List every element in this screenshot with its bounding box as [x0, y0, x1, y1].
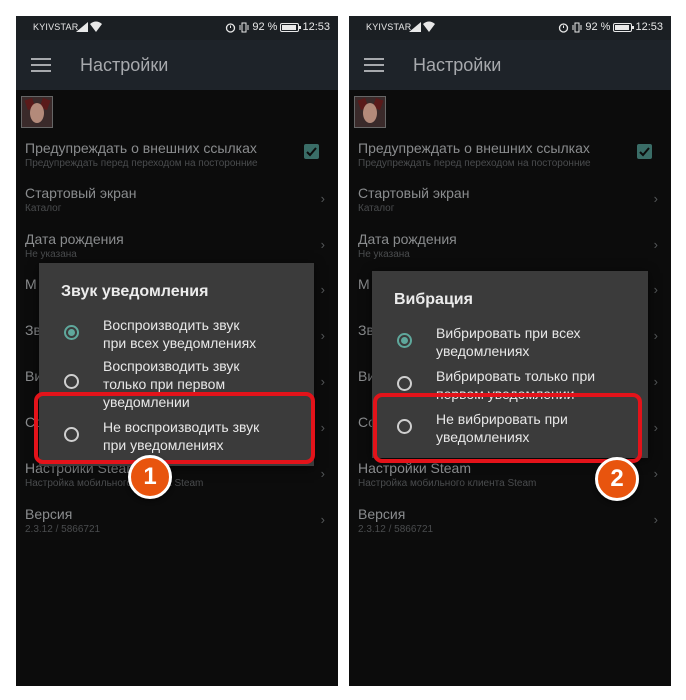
- highlight-frame: [373, 393, 642, 463]
- alarm-icon: [559, 22, 569, 33]
- avatar[interactable]: [354, 96, 386, 128]
- chevron-right-icon: ›: [320, 466, 325, 481]
- page-title: Настройки: [413, 55, 502, 75]
- signal-icon: [409, 22, 421, 32]
- vibrate-icon: [572, 22, 582, 32]
- phone-screen-right: KYIVSTAR 92 % 12:53 Настройки Предупрежд…: [349, 16, 671, 686]
- hamburger-menu-icon[interactable]: [31, 58, 51, 72]
- dialog-title: Звук уведомления: [61, 283, 209, 300]
- radio-unselected[interactable]: [397, 376, 412, 391]
- chevron-right-icon: ›: [653, 420, 658, 435]
- setting-birth-date[interactable]: Дата рождения Не указана ›: [358, 231, 658, 261]
- status-bar: KYIVSTAR 92 % 12:53: [16, 16, 338, 40]
- battery-percent: 92 %: [252, 21, 278, 33]
- setting-external-links[interactable]: Предупреждать о внешних ссылках Предупре…: [25, 140, 325, 170]
- wifi-icon: [90, 21, 102, 32]
- vibration-option-all[interactable]: Вибрировать при всех уведомлениях: [372, 323, 648, 361]
- external-links-checkbox[interactable]: [304, 144, 319, 159]
- carrier-label: KYIVSTAR: [33, 22, 79, 32]
- setting-version[interactable]: Версия 2.3.12 / 5866721 ›: [25, 506, 325, 536]
- chevron-right-icon: ›: [653, 191, 658, 206]
- clock: 12:53: [635, 21, 663, 33]
- alarm-icon: [226, 22, 236, 33]
- radio-selected[interactable]: [64, 325, 79, 340]
- step-badge-2: 2: [595, 457, 639, 501]
- app-bar: Настройки: [349, 40, 671, 90]
- wifi-icon: [423, 21, 435, 32]
- vibrate-icon: [239, 22, 249, 32]
- clock: 12:53: [302, 21, 330, 33]
- phone-screen-left: KYIVSTAR 92 % 12:53 Настройки Предупрежд…: [16, 16, 338, 686]
- setting-birth-date[interactable]: Дата рождения Не указана ›: [25, 231, 325, 261]
- chevron-right-icon: ›: [320, 191, 325, 206]
- hamburger-menu-icon[interactable]: [364, 58, 384, 72]
- chevron-right-icon: ›: [320, 374, 325, 389]
- setting-start-screen[interactable]: Стартовый экран Каталог ›: [25, 185, 325, 215]
- external-links-checkbox[interactable]: [637, 144, 652, 159]
- app-bar: Настройки: [16, 40, 338, 90]
- battery-percent: 92 %: [585, 21, 611, 33]
- battery-icon: [613, 22, 635, 32]
- signal-icon: [76, 22, 88, 32]
- dialog-title: Вибрация: [394, 291, 473, 308]
- chevron-right-icon: ›: [653, 237, 658, 252]
- chevron-right-icon: ›: [320, 328, 325, 343]
- setting-external-links[interactable]: Предупреждать о внешних ссылках Предупре…: [358, 140, 658, 170]
- avatar[interactable]: [21, 96, 53, 128]
- radio-selected[interactable]: [397, 333, 412, 348]
- battery-icon: [280, 22, 302, 32]
- page-title: Настройки: [80, 55, 169, 75]
- highlight-frame: [34, 392, 315, 464]
- chevron-right-icon: ›: [320, 237, 325, 252]
- chevron-right-icon: ›: [653, 282, 658, 297]
- sound-option-all[interactable]: Воспроизводить звук при всех уведомления…: [39, 315, 314, 353]
- status-bar: KYIVSTAR 92 % 12:53: [349, 16, 671, 40]
- setting-start-screen[interactable]: Стартовый экран Каталог ›: [358, 185, 658, 215]
- chevron-right-icon: ›: [320, 512, 325, 527]
- carrier-label: KYIVSTAR: [366, 22, 412, 32]
- chevron-right-icon: ›: [320, 282, 325, 297]
- step-badge-1: 1: [128, 455, 172, 499]
- chevron-right-icon: ›: [653, 466, 658, 481]
- setting-version[interactable]: Версия 2.3.12 / 5866721 ›: [358, 506, 658, 536]
- radio-unselected[interactable]: [64, 374, 79, 389]
- chevron-right-icon: ›: [653, 328, 658, 343]
- chevron-right-icon: ›: [320, 420, 325, 435]
- chevron-right-icon: ›: [653, 512, 658, 527]
- chevron-right-icon: ›: [653, 374, 658, 389]
